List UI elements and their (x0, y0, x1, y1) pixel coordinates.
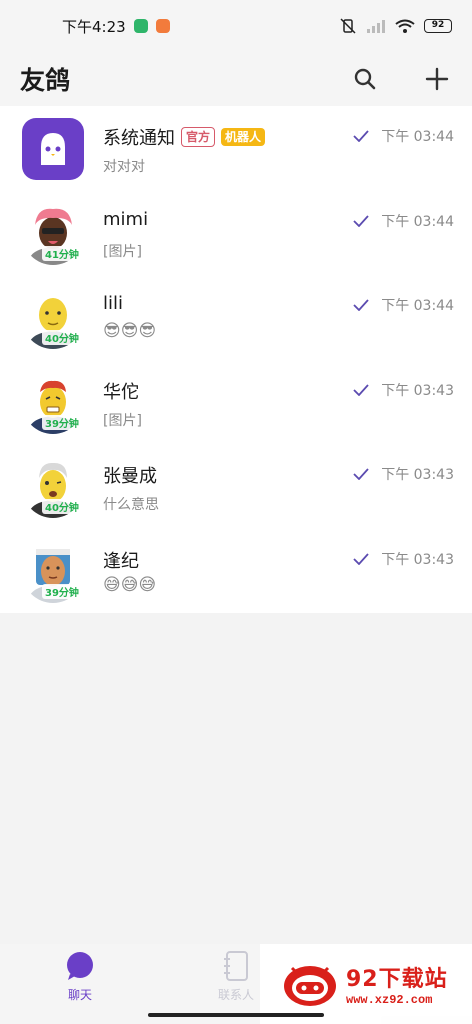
check-icon (353, 552, 369, 565)
add-button[interactable] (424, 66, 450, 92)
wifi-icon (395, 19, 415, 33)
chat-meta: 下午 03:44 (353, 211, 454, 231)
status-time: 下午4:23 (62, 17, 126, 36)
watermark: 92下载站 www.xz92.com (260, 944, 472, 1024)
tab-chat-label: 聊天 (67, 988, 92, 1002)
chat-preview: 对对对 (103, 159, 145, 175)
avatar (22, 118, 84, 180)
chat-name: mimi (103, 209, 148, 230)
chat-meta: 下午 03:43 (353, 464, 454, 484)
search-button[interactable] (352, 66, 378, 92)
chat-preview: [图片] (103, 412, 142, 429)
home-indicator[interactable] (148, 1013, 324, 1017)
chat-bubble-icon (67, 952, 93, 980)
notification-app-icon (133, 19, 148, 33)
active-time-badge: 40分钟 (42, 330, 82, 345)
chat-time: 下午 03:44 (381, 213, 454, 230)
watermark-text: 92下载站 www.xz92.com (346, 961, 448, 1007)
check-icon (353, 299, 369, 311)
battery-icon: 92 (424, 19, 452, 33)
search-icon (354, 68, 376, 90)
chat-name: 华佗 (103, 378, 139, 404)
watermark-title: 92下载站 (346, 967, 448, 992)
tab-contacts[interactable]: 联系人 (206, 950, 266, 1003)
chat-name: 张曼成 (103, 462, 157, 488)
chat-name-text: lili (103, 293, 124, 314)
chat-name: lili (103, 293, 123, 314)
avatar: 41分钟 (22, 202, 84, 265)
active-time-badge: 40分钟 (42, 499, 82, 514)
check-icon (353, 468, 369, 480)
chat-name: 系统通知 官方 机器人 (103, 124, 266, 150)
chat-meta: 下午 03:44 (353, 295, 454, 315)
avatar: 39分钟 (22, 371, 84, 434)
check-icon (353, 214, 369, 227)
chat-row-huatuo[interactable]: 39分钟 华佗 [图片] 下午 03:43 (0, 360, 472, 445)
chat-meta: 下午 03:44 (353, 126, 454, 146)
chat-time: 下午 03:43 (381, 551, 454, 568)
check-icon (353, 130, 369, 142)
chat-preview: 什么意思 (103, 497, 159, 513)
watermark-url: www.xz92.com (346, 993, 433, 1007)
address-book-icon (224, 951, 248, 981)
tab-chat[interactable]: 聊天 (50, 950, 110, 1003)
robot-tag: 机器人 (221, 128, 266, 146)
avatar: 39分钟 (22, 540, 84, 603)
chat-time: 下午 03:43 (381, 382, 454, 399)
chat-time: 下午 03:44 (381, 129, 454, 145)
tab-contacts-label: 联系人 (217, 988, 254, 1002)
official-tag: 官方 (181, 127, 216, 147)
check-icon (353, 383, 369, 396)
chat-preview: 😎😎😎 (103, 321, 157, 341)
chat-name-text: 张曼成 (103, 466, 157, 487)
active-time-badge: 39分钟 (42, 583, 82, 599)
status-bar: 下午4:23 92 (0, 0, 472, 52)
chat-row-lili[interactable]: 40分钟 lili 😎😎😎 下午 03:44 (0, 275, 472, 360)
chat-name-text: 华佗 (103, 381, 139, 403)
watermark-logo-icon (282, 960, 338, 1008)
chat-name-text: 逢纪 (103, 550, 139, 572)
chat-name-text: mimi (103, 208, 149, 230)
chat-meta: 下午 03:43 (353, 380, 454, 400)
status-icons: 92 (339, 18, 452, 34)
plus-icon (425, 67, 449, 91)
chat-row-system[interactable]: 系统通知 官方 机器人 对对对 下午 03:44 (0, 106, 472, 191)
chat-name: 逢纪 (103, 547, 139, 573)
app-header: 友鸽 (0, 52, 472, 106)
chat-row-fengji[interactable]: 39分钟 逢纪 😅😅😅 下午 03:43 (0, 529, 472, 614)
page-title: 友鸽 (20, 66, 71, 95)
active-time-badge: 41分钟 (42, 245, 82, 261)
chat-row-zhangmancheng[interactable]: 40分钟 张曼成 什么意思 下午 03:43 (0, 444, 472, 529)
chat-meta: 下午 03:43 (353, 549, 454, 569)
chat-name-text: 系统通知 (103, 128, 175, 149)
bot-avatar-icon (22, 118, 84, 180)
chat-preview: [图片] (103, 243, 142, 260)
chat-row-mimi[interactable]: 41分钟 mimi [图片] 下午 03:44 (0, 191, 472, 276)
mute-vibrate-icon (340, 18, 356, 34)
avatar: 40分钟 (22, 456, 84, 518)
signal-icon (367, 20, 385, 33)
active-time-badge: 39分钟 (42, 414, 82, 430)
avatar: 40分钟 (22, 287, 84, 349)
header-actions (352, 66, 450, 92)
chat-time: 下午 03:44 (381, 298, 454, 314)
chat-preview: 😅😅😅 (103, 574, 157, 595)
chat-time: 下午 03:43 (381, 467, 454, 483)
chat-list: 系统通知 官方 机器人 对对对 下午 03:44 41分钟 mimi [图片] … (0, 106, 472, 613)
notification-app-icon (155, 19, 170, 33)
